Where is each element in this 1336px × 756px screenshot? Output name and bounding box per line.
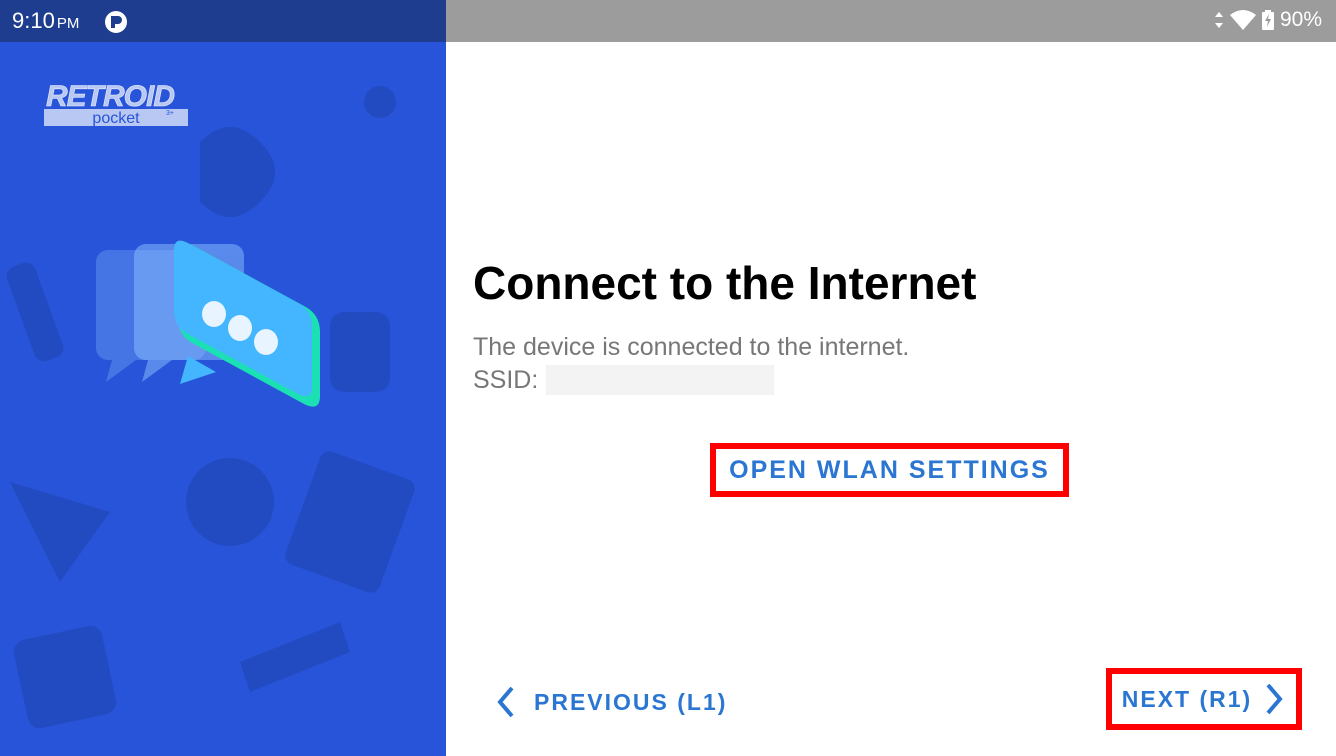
- chat-bubbles-illustration: [96, 240, 320, 407]
- next-button[interactable]: NEXT (R1): [1106, 668, 1302, 730]
- retroid-pocket-logo: RETROID pocket 3+: [44, 80, 188, 127]
- status-bar-left: 9:10 PM: [0, 0, 446, 42]
- battery-percent: 90%: [1279, 8, 1322, 31]
- ssid-row: SSID:: [473, 365, 775, 395]
- clock-time: 9:10: [12, 8, 55, 33]
- wifi-icon: [1229, 10, 1256, 30]
- data-arrows-icon: [1214, 12, 1223, 28]
- open-wlan-settings-label: OPEN WLAN SETTINGS: [729, 455, 1050, 484]
- system-icons: 90%: [1214, 8, 1322, 32]
- notification-r-icon: [105, 11, 127, 33]
- status-bar-right: 90%: [446, 0, 1336, 42]
- chevron-right-icon: [1266, 683, 1283, 715]
- previous-label: PREVIOUS (L1): [534, 688, 728, 715]
- svg-text:pocket: pocket: [92, 110, 140, 127]
- next-label: NEXT (R1): [1121, 685, 1253, 712]
- svg-text:3+: 3+: [166, 110, 174, 117]
- ssid-label: SSID:: [473, 365, 539, 394]
- left-illustration-panel: RETROID pocket 3+: [0, 0, 446, 756]
- previous-button[interactable]: PREVIOUS (L1): [492, 682, 727, 722]
- ssid-value: [546, 365, 775, 395]
- open-wlan-settings-button[interactable]: OPEN WLAN SETTINGS: [710, 443, 1069, 497]
- status-clock: 9:10 PM: [12, 8, 79, 34]
- svg-text:RETROID: RETROID: [46, 80, 174, 113]
- battery-charging-icon: [1261, 10, 1274, 30]
- page-title: Connect to the Internet: [473, 257, 977, 309]
- chevron-left-icon: [497, 686, 514, 718]
- clock-ampm: PM: [56, 15, 80, 32]
- connection-status-text: The device is connected to the internet.: [473, 333, 910, 361]
